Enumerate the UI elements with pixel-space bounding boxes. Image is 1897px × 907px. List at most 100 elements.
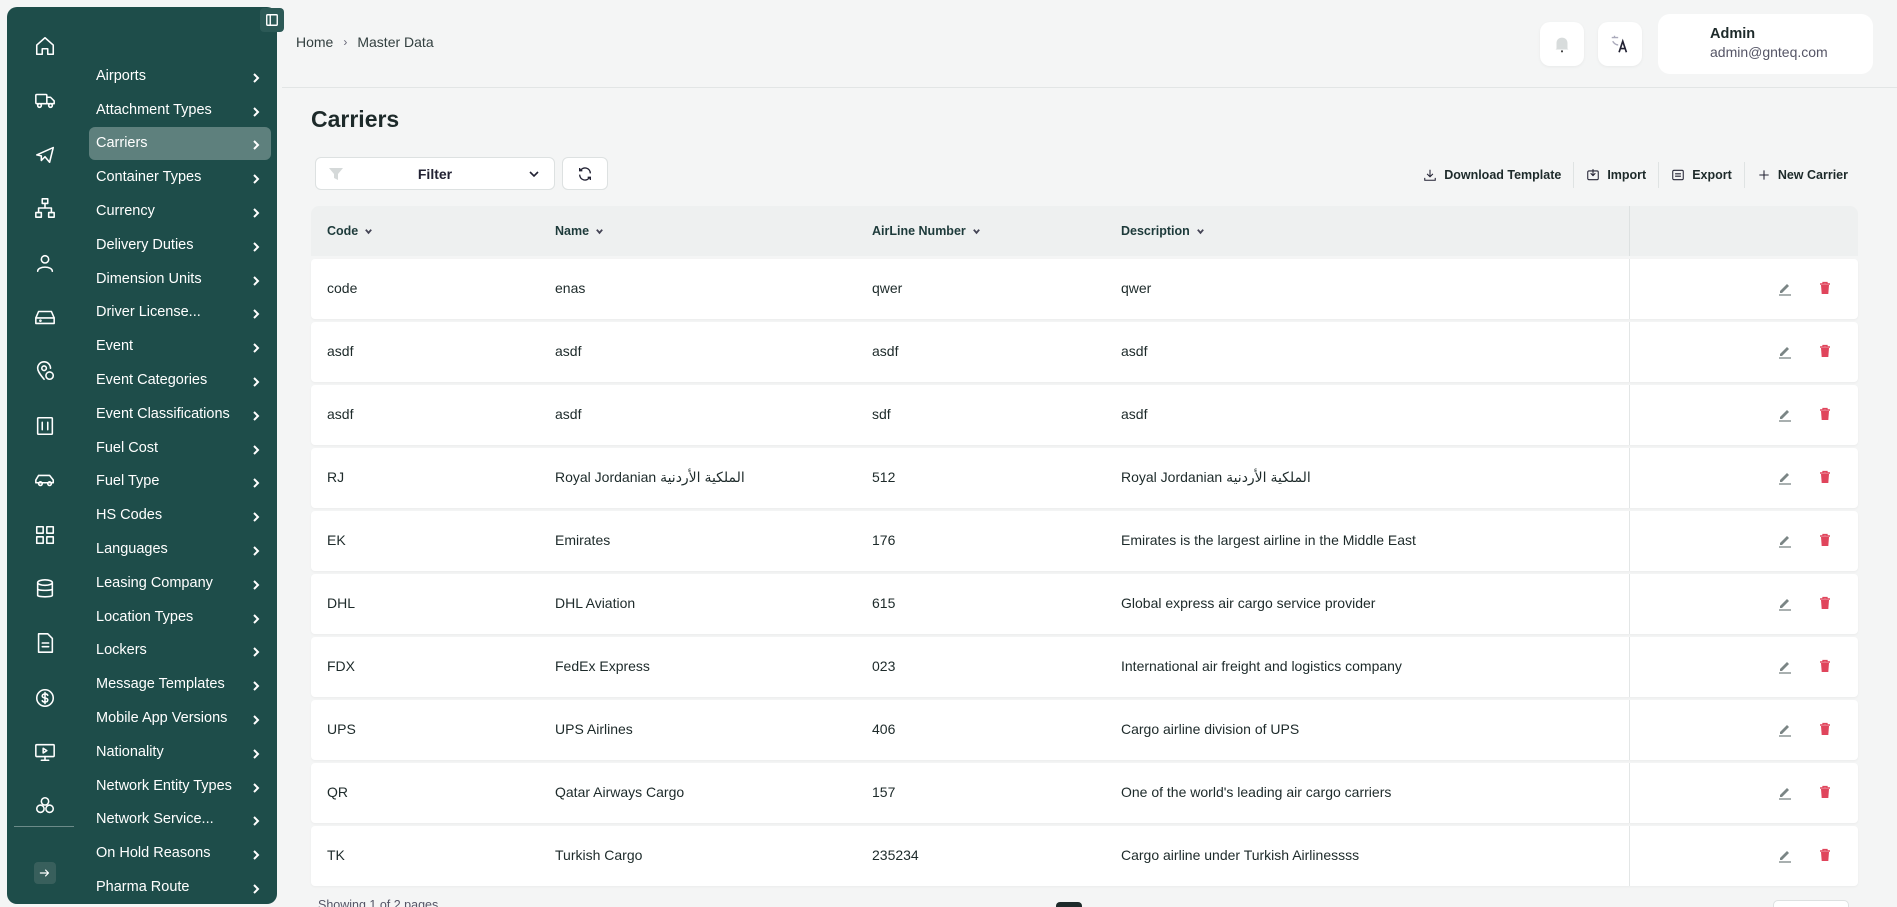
sidebar-item-driver-license[interactable]: Driver License...: [89, 296, 271, 330]
sidebar-item-attachment-types[interactable]: Attachment Types: [89, 93, 271, 127]
logout-icon[interactable]: [34, 862, 56, 884]
notification-button[interactable]: [1540, 22, 1584, 66]
trash-icon[interactable]: [1817, 658, 1833, 674]
cell-airline-number: 615: [872, 595, 896, 611]
trash-icon[interactable]: [1817, 280, 1833, 296]
sidebar-item-fuel-type[interactable]: Fuel Type: [89, 465, 271, 499]
sidebar-item-languages[interactable]: Languages: [89, 532, 271, 566]
sidebar-item-label: Message Templates: [96, 676, 225, 693]
new-carrier-button[interactable]: New Carrier: [1743, 162, 1848, 188]
trash-icon[interactable]: [1817, 595, 1833, 611]
trash-icon[interactable]: [1817, 343, 1833, 359]
sitemap-icon[interactable]: [33, 196, 57, 220]
trash-icon[interactable]: [1817, 469, 1833, 485]
trash-icon[interactable]: [1817, 721, 1833, 737]
map-pin-icon[interactable]: [33, 359, 57, 383]
column-header-code[interactable]: Code: [327, 224, 373, 238]
table-row[interactable]: QR Qatar Airways Cargo 157 One of the world…: [311, 763, 1858, 823]
sidebar-item-event-classifications[interactable]: Event Classifications: [89, 397, 271, 431]
sidebar: Airports Attachment Types Carriers Containe…: [7, 7, 277, 904]
truck-icon[interactable]: [33, 88, 57, 112]
table-row[interactable]: asdf asdf sdf asdf: [311, 385, 1858, 445]
language-button[interactable]: [1598, 22, 1642, 66]
user-profile[interactable]: Admin admin@gnteq.com: [1658, 14, 1873, 74]
sidebar-item-dimension-units[interactable]: Dimension Units: [89, 262, 271, 296]
column-header-description[interactable]: Description: [1121, 224, 1205, 238]
network-icon[interactable]: [33, 794, 57, 818]
table-row[interactable]: FDX FedEx Express 023 International air fre…: [311, 637, 1858, 697]
download-template-button[interactable]: Download Template: [1411, 162, 1573, 188]
trash-icon[interactable]: [1817, 406, 1833, 422]
chevron-right-icon: [251, 645, 261, 658]
edit-icon[interactable]: [1777, 343, 1793, 359]
sidebar-item-label: Delivery Duties: [96, 236, 194, 253]
column-header-airline-number[interactable]: AirLine Number: [872, 224, 981, 238]
building-icon[interactable]: [33, 414, 57, 438]
chevron-right-icon: [251, 612, 261, 624]
table-row[interactable]: code enas qwer qwer: [311, 259, 1858, 319]
edit-icon[interactable]: [1777, 658, 1793, 674]
refresh-icon: [578, 166, 592, 181]
monitor-icon[interactable]: [33, 740, 57, 764]
home-icon[interactable]: [33, 34, 57, 58]
column-header-name[interactable]: Name: [555, 224, 604, 238]
sidebar-item-event[interactable]: Event: [89, 329, 271, 363]
user-icon[interactable]: [33, 251, 57, 275]
trash-icon[interactable]: [1817, 532, 1833, 548]
pagination-current-page[interactable]: [1056, 902, 1082, 907]
sidebar-item-lockers[interactable]: Lockers: [89, 634, 271, 668]
sidebar-item-mobile-app-versions[interactable]: Mobile App Versions: [89, 701, 271, 735]
airplane-icon[interactable]: [33, 142, 57, 166]
edit-icon[interactable]: [1777, 469, 1793, 485]
car-icon[interactable]: [33, 468, 57, 492]
edit-icon[interactable]: [1777, 595, 1793, 611]
import-button[interactable]: Import: [1573, 162, 1658, 188]
sidebar-item-event-categories[interactable]: Event Categories: [89, 363, 271, 397]
edit-icon[interactable]: [1777, 406, 1793, 422]
sidebar-item-container-types[interactable]: Container Types: [89, 160, 271, 194]
edit-icon[interactable]: [1777, 847, 1793, 863]
sidebar-item-network-entity-types[interactable]: Network Entity Types: [89, 769, 271, 803]
breadcrumb-home[interactable]: Home: [296, 34, 333, 50]
sidebar-item-carriers[interactable]: Carriers: [89, 126, 271, 161]
dashboard-icon[interactable]: [33, 523, 57, 547]
edit-icon[interactable]: [1777, 280, 1793, 296]
dollar-icon[interactable]: [33, 686, 57, 710]
table-row[interactable]: RJ Royal Jordanian الملكية الأردنية 512 Roy…: [311, 448, 1858, 508]
sidebar-item-airports[interactable]: Airports: [89, 59, 271, 93]
table-row[interactable]: asdf asdf asdf asdf: [311, 322, 1858, 382]
edit-icon[interactable]: [1777, 532, 1793, 548]
sidebar-item-delivery-duties[interactable]: Delivery Duties: [89, 228, 271, 262]
page-size-select[interactable]: [1773, 900, 1849, 907]
hard-drive-icon[interactable]: [33, 305, 57, 329]
refresh-button[interactable]: [562, 157, 608, 190]
sidebar-item-on-hold-reasons[interactable]: On Hold Reasons: [89, 836, 271, 870]
sidebar-item-currency[interactable]: Currency: [89, 194, 271, 228]
chevron-right-icon: [251, 71, 261, 83]
filter-dropdown[interactable]: Filter: [315, 157, 555, 190]
sidebar-item-hs-codes[interactable]: HS Codes: [89, 498, 271, 532]
sidebar-item-pharma-route[interactable]: Pharma Route: [89, 870, 271, 904]
trash-icon[interactable]: [1817, 784, 1833, 800]
sidebar-item-network-service[interactable]: Network Service...: [89, 803, 271, 837]
cell-description: Global express air cargo service provide…: [1121, 595, 1376, 611]
sidebar-item-leasing-company[interactable]: Leasing Company: [89, 566, 271, 600]
chevron-right-icon: [251, 307, 261, 320]
table-row[interactable]: TK Turkish Cargo 235234 Cargo airline under…: [311, 826, 1858, 886]
sidebar-item-label: Leasing Company: [96, 574, 213, 591]
table-row[interactable]: UPS UPS Airlines 406 Cargo airline division…: [311, 700, 1858, 760]
chevron-right-icon: [251, 510, 261, 522]
export-button[interactable]: Export: [1658, 162, 1744, 188]
sidebar-item-fuel-cost[interactable]: Fuel Cost: [89, 431, 271, 465]
sidebar-item-nationality[interactable]: Nationality: [89, 735, 271, 769]
edit-icon[interactable]: [1777, 784, 1793, 800]
sidebar-item-message-templates[interactable]: Message Templates: [89, 667, 271, 701]
table-row[interactable]: EK Emirates 176 Emirates is the largest air…: [311, 511, 1858, 571]
trash-icon[interactable]: [1817, 847, 1833, 863]
table-row[interactable]: DHL DHL Aviation 615 Global express air car…: [311, 574, 1858, 634]
database-icon[interactable]: [33, 577, 57, 601]
edit-icon[interactable]: [1777, 721, 1793, 737]
sidebar-item-location-types[interactable]: Location Types: [89, 600, 271, 634]
document-icon[interactable]: [33, 631, 57, 655]
sidebar-collapse-icon[interactable]: [260, 8, 284, 32]
